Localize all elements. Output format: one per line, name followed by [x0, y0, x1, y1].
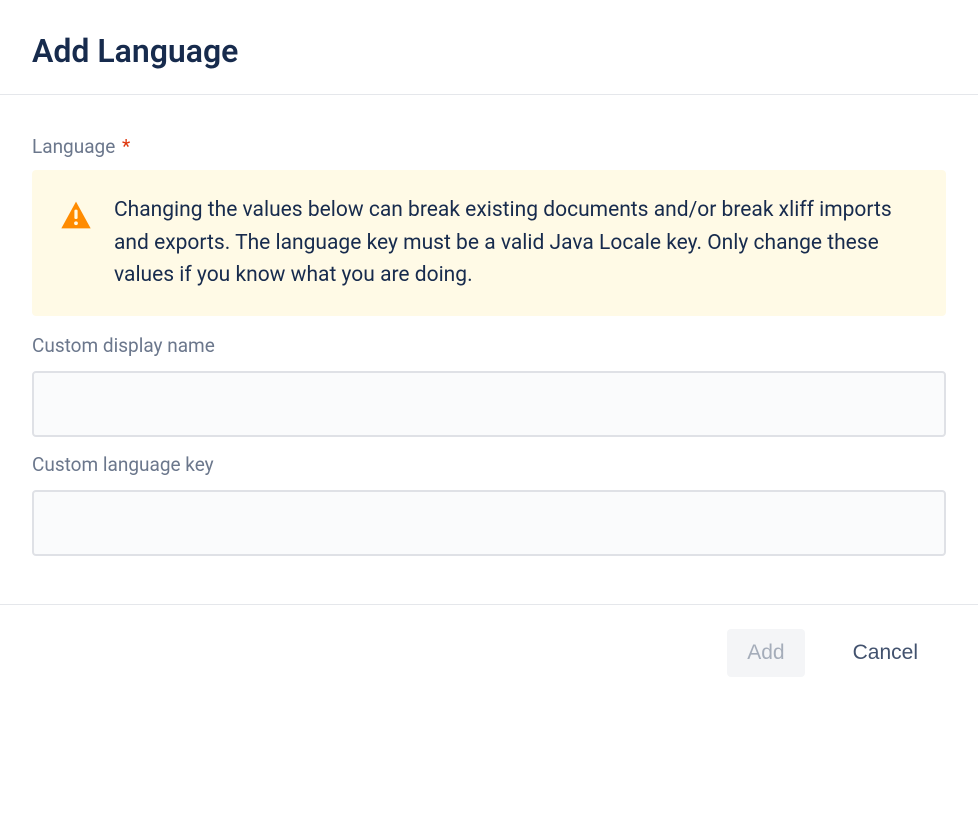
- language-label: Language *: [32, 135, 946, 158]
- custom-display-name-label: Custom display name: [32, 334, 946, 357]
- warning-icon: [60, 200, 92, 230]
- custom-language-key-input[interactable]: [32, 490, 946, 556]
- dialog-footer: Add Cancel: [0, 604, 978, 701]
- warning-text: Changing the values below can break exis…: [114, 194, 918, 292]
- cancel-button[interactable]: Cancel: [833, 629, 938, 677]
- page-title: Add Language: [32, 32, 946, 70]
- add-button[interactable]: Add: [727, 629, 804, 677]
- warning-box: Changing the values below can break exis…: [32, 170, 946, 316]
- dialog-content: Language * Changing the values below can…: [0, 95, 978, 604]
- dialog-header: Add Language: [0, 0, 978, 94]
- custom-display-name-input[interactable]: [32, 371, 946, 437]
- language-label-text: Language: [32, 135, 115, 158]
- required-asterisk: *: [122, 135, 130, 158]
- custom-language-key-label: Custom language key: [32, 453, 946, 476]
